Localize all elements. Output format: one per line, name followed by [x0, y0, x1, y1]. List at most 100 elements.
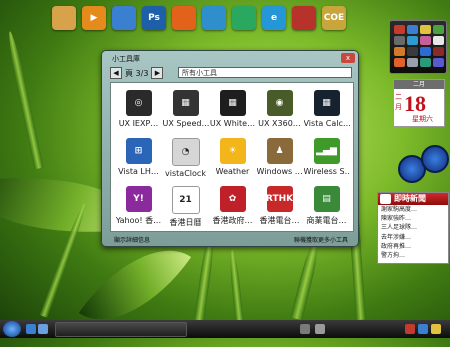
gadget-label: UX X360…	[258, 119, 301, 128]
launcher-app-icon[interactable]	[433, 58, 444, 67]
page-navigator: ◀ 頁 3/3 ▶	[110, 67, 164, 79]
news-item[interactable]: 政府再推…	[378, 242, 448, 251]
launcher-app-icon[interactable]	[394, 58, 405, 67]
grass-blade	[228, 249, 244, 326]
ux-x360-icon: ◉	[266, 90, 293, 116]
tray-icon[interactable]	[405, 324, 415, 334]
gadget-tile[interactable]: ✿ 香港政府…	[209, 182, 256, 230]
wireless-signal-icon: ▂▄▆	[313, 138, 340, 164]
launcher-app-icon[interactable]	[407, 36, 418, 45]
calendar-21-icon: 21	[171, 186, 200, 214]
launcher-app-icon[interactable]	[407, 25, 418, 34]
start-button[interactable]	[3, 321, 21, 337]
gadget-label: UX IEXP…	[118, 119, 159, 128]
gadget-label: 香港電台…	[259, 216, 300, 225]
hk-gov-icon: ✿	[219, 186, 246, 212]
launcher-app-icon[interactable]	[420, 36, 431, 45]
gadget-label: Yahoo! 香…	[115, 216, 162, 225]
calendar-weekday: 星期六	[412, 115, 433, 123]
taskbar	[0, 320, 450, 338]
gadget-tile[interactable]: 21 香港日曆	[162, 182, 209, 230]
page-label: 頁 3/3	[125, 68, 149, 78]
launcher-app-icon[interactable]	[420, 58, 431, 67]
gadget-tile[interactable]: ▦ UX White…	[209, 86, 256, 134]
tray-icon[interactable]	[431, 324, 441, 334]
launcher-app-icon[interactable]	[407, 58, 418, 67]
clock-gadget[interactable]	[421, 145, 449, 173]
gadget-label: Weather	[215, 167, 250, 176]
gadget-tile[interactable]: ◎ UX IEXP…	[115, 86, 162, 134]
news-item[interactable]: 去年涉嫌…	[378, 233, 448, 242]
launcher-app-icon[interactable]	[394, 47, 405, 56]
yahoo-icon: Y!	[125, 186, 152, 212]
gadget-tile[interactable]: ◔ vistaClock	[162, 134, 209, 182]
news-gadget: 即時新聞 謝家駒高度… 陳家強昨… 三人足球隊… 去年涉嫌… 政府再推… 警方拘…	[377, 192, 449, 264]
radio-station-icon: ▤	[313, 186, 340, 212]
gadget-label: UX Speed…	[162, 119, 209, 128]
paint-palette-icon[interactable]	[52, 6, 76, 30]
launcher-app-icon[interactable]	[407, 47, 418, 56]
gadget-tile[interactable]: ⊞ Vista LH…	[115, 134, 162, 182]
computer-icon[interactable]	[112, 6, 136, 30]
gadget-label: 香港日曆	[169, 218, 202, 227]
launcher-app-icon[interactable]	[433, 36, 444, 45]
tools-icon[interactable]	[202, 6, 226, 30]
gadget-label: 香港政府…	[212, 216, 253, 225]
internet-explorer-icon[interactable]: e	[262, 6, 286, 30]
network-tools-icon[interactable]	[232, 6, 256, 30]
gadget-tile[interactable]: ♟ Windows …	[256, 134, 303, 182]
news-header: 即時新聞	[378, 193, 448, 205]
launcher-app-icon[interactable]	[394, 25, 405, 34]
gadget-grid: ◎ UX IEXP… ▦ UX Speed… ▦ UX White… ◉ UX X360… ▦ V…	[115, 86, 350, 230]
get-more-gadgets-link[interactable]: 聯機獲取更多小工具	[294, 235, 348, 244]
gadget-tile[interactable]: ▦ UX Speed…	[162, 86, 209, 134]
next-page-button[interactable]: ▶	[151, 67, 164, 79]
gadget-label: vistaClock	[165, 169, 206, 178]
gadget-label: UX White…	[209, 119, 256, 128]
vista-logo-icon: ⊞	[125, 138, 152, 164]
tray-icon[interactable]	[315, 324, 325, 334]
prev-page-button[interactable]: ◀	[110, 67, 122, 79]
gadget-tile[interactable]: ☀ Weather	[209, 134, 256, 182]
grass-blade	[5, 30, 44, 170]
rthk-icon: RTHK	[266, 186, 293, 212]
gadget-label: Vista LH…	[118, 167, 159, 176]
show-desktop-icon[interactable]	[26, 324, 36, 334]
window-title: 小工具庫	[112, 55, 140, 63]
taskbar-window-button[interactable]	[55, 322, 187, 337]
coe-icon[interactable]: COE	[322, 6, 346, 30]
gadget-label: Windows …	[256, 167, 303, 176]
top-dock: ▶ Ps e COE	[52, 6, 346, 30]
launcher-app-icon[interactable]	[420, 25, 431, 34]
search-input[interactable]: 所有小工具	[178, 67, 352, 78]
download-icon[interactable]	[292, 6, 316, 30]
windows-users-icon: ♟	[266, 138, 293, 164]
gadget-tile[interactable]: ▤ 商業電台…	[303, 182, 350, 230]
launcher-app-icon[interactable]	[394, 36, 405, 45]
news-item[interactable]: 三人足球隊…	[378, 223, 448, 232]
gadget-label: 商業電台…	[306, 216, 347, 225]
launcher-app-icon[interactable]	[433, 47, 444, 56]
gadget-tile[interactable]: Y! Yahoo! 香…	[115, 182, 162, 230]
gadget-tile[interactable]: RTHK 香港電台…	[256, 182, 303, 230]
gadget-tile[interactable]: ▦ Vista Calc…	[303, 86, 350, 134]
show-details-link[interactable]: 顯示詳細信息	[114, 235, 150, 244]
launcher-app-icon[interactable]	[433, 25, 444, 34]
tray-icon[interactable]	[418, 324, 428, 334]
calendar-gadget[interactable]: 二月 二月 18 星期六	[393, 79, 445, 127]
photoshop-icon[interactable]: Ps	[142, 6, 166, 30]
close-button[interactable]: x	[341, 53, 355, 63]
tray-icon[interactable]	[300, 324, 310, 334]
gadget-tile[interactable]: ▂▄▆ Wireless S…	[303, 134, 350, 182]
news-item[interactable]: 陳家強昨…	[378, 214, 448, 223]
switch-windows-icon[interactable]	[38, 324, 48, 334]
media-player-icon[interactable]: ▶	[82, 6, 106, 30]
calendar-header: 二月	[394, 80, 444, 89]
firefox-icon[interactable]	[172, 6, 196, 30]
gadget-label: Wireless S…	[303, 167, 350, 176]
launcher-app-icon[interactable]	[420, 47, 431, 56]
news-item[interactable]: 警方拘…	[378, 251, 448, 260]
gadget-list-pane: ◎ UX IEXP… ▦ UX Speed… ▦ UX White… ◉ UX X360… ▦ V…	[110, 82, 354, 232]
news-item[interactable]: 謝家駒高度…	[378, 205, 448, 214]
gadget-tile[interactable]: ◉ UX X360…	[256, 86, 303, 134]
